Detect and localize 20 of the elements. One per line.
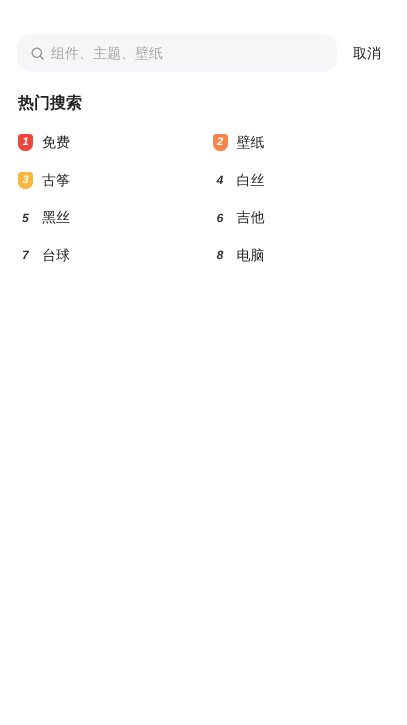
search-suggestion[interactable]: 免费	[42, 132, 70, 154]
search-field[interactable]: 组件、主题、壁纸	[17, 34, 337, 72]
search-suggestion[interactable]: 壁纸	[236, 132, 264, 154]
search-suggestion[interactable]: 电脑	[236, 244, 264, 266]
rank-number: 6	[216, 212, 224, 224]
section-title: 热门搜索	[18, 93, 83, 114]
search-suggestion[interactable]: 台球	[42, 244, 70, 266]
rank-badge: 1	[18, 134, 33, 152]
rank-number: 8	[216, 249, 224, 262]
search-icon	[31, 46, 44, 60]
search-suggestion[interactable]: 黑丝	[42, 207, 70, 228]
search-suggestion[interactable]: 吉他	[236, 207, 264, 228]
search-suggestion[interactable]: 古筝	[42, 170, 70, 191]
rank-number: 4	[216, 174, 224, 186]
rank-number: 5	[21, 212, 30, 224]
rank-badge: 2	[212, 134, 228, 152]
rank-number: 7	[21, 249, 30, 262]
cancel-button[interactable]: 取消	[353, 42, 381, 64]
search-suggestion[interactable]: 白丝	[236, 170, 264, 191]
rank-badge: 3	[18, 172, 33, 189]
